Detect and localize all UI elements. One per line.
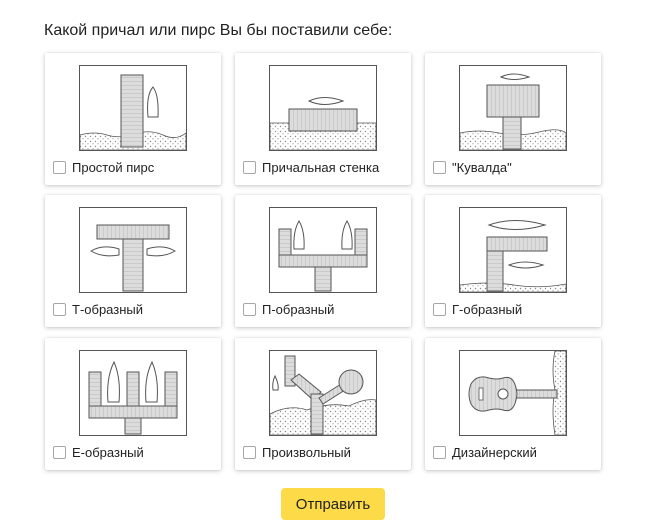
option-card-quay-wall[interactable]: Причальная стенка (235, 53, 411, 185)
u-shaped-pier-icon (269, 207, 377, 293)
option-card-designer[interactable]: Дизайнерский (425, 338, 601, 470)
simple-pier-icon (79, 65, 187, 151)
option-card-e-shaped[interactable]: Е-образный (45, 338, 221, 470)
option-simple-pier[interactable]: Простой пирс (53, 160, 154, 175)
option-card-simple-pier[interactable]: Простой пирс (45, 53, 221, 185)
e-shaped-pier-icon (79, 350, 187, 436)
option-sledgehammer[interactable]: "Кувалда" (433, 160, 512, 175)
designer-pier-icon (459, 350, 567, 436)
checkbox[interactable] (53, 161, 66, 174)
option-card-t-shaped[interactable]: Т-образный (45, 195, 221, 327)
checkbox[interactable] (53, 303, 66, 316)
checkbox[interactable] (243, 303, 256, 316)
option-card-freeform[interactable]: Произвольный (235, 338, 411, 470)
checkbox[interactable] (243, 161, 256, 174)
option-card-sledgehammer[interactable]: "Кувалда" (425, 53, 601, 185)
option-quay-wall[interactable]: Причальная стенка (243, 160, 379, 175)
question-title: Какой причал или пирс Вы бы поставили се… (44, 22, 393, 39)
checkbox[interactable] (433, 303, 446, 316)
sledgehammer-pier-icon (459, 65, 567, 151)
checkbox[interactable] (243, 446, 256, 459)
checkbox[interactable] (53, 446, 66, 459)
option-freeform[interactable]: Произвольный (243, 445, 351, 460)
option-designer[interactable]: Дизайнерский (433, 445, 537, 460)
option-u-shaped[interactable]: П-образный (243, 302, 334, 317)
checkbox[interactable] (433, 161, 446, 174)
option-card-l-shaped[interactable]: Г-образный (425, 195, 601, 327)
option-t-shaped[interactable]: Т-образный (53, 302, 143, 317)
quay-wall-icon (269, 65, 377, 151)
submit-button[interactable]: Отправить (281, 488, 385, 520)
checkbox[interactable] (433, 446, 446, 459)
option-l-shaped[interactable]: Г-образный (433, 302, 522, 317)
t-shaped-pier-icon (79, 207, 187, 293)
option-card-u-shaped[interactable]: П-образный (235, 195, 411, 327)
l-shaped-pier-icon (459, 207, 567, 293)
freeform-pier-icon (269, 350, 377, 436)
option-e-shaped[interactable]: Е-образный (53, 445, 144, 460)
